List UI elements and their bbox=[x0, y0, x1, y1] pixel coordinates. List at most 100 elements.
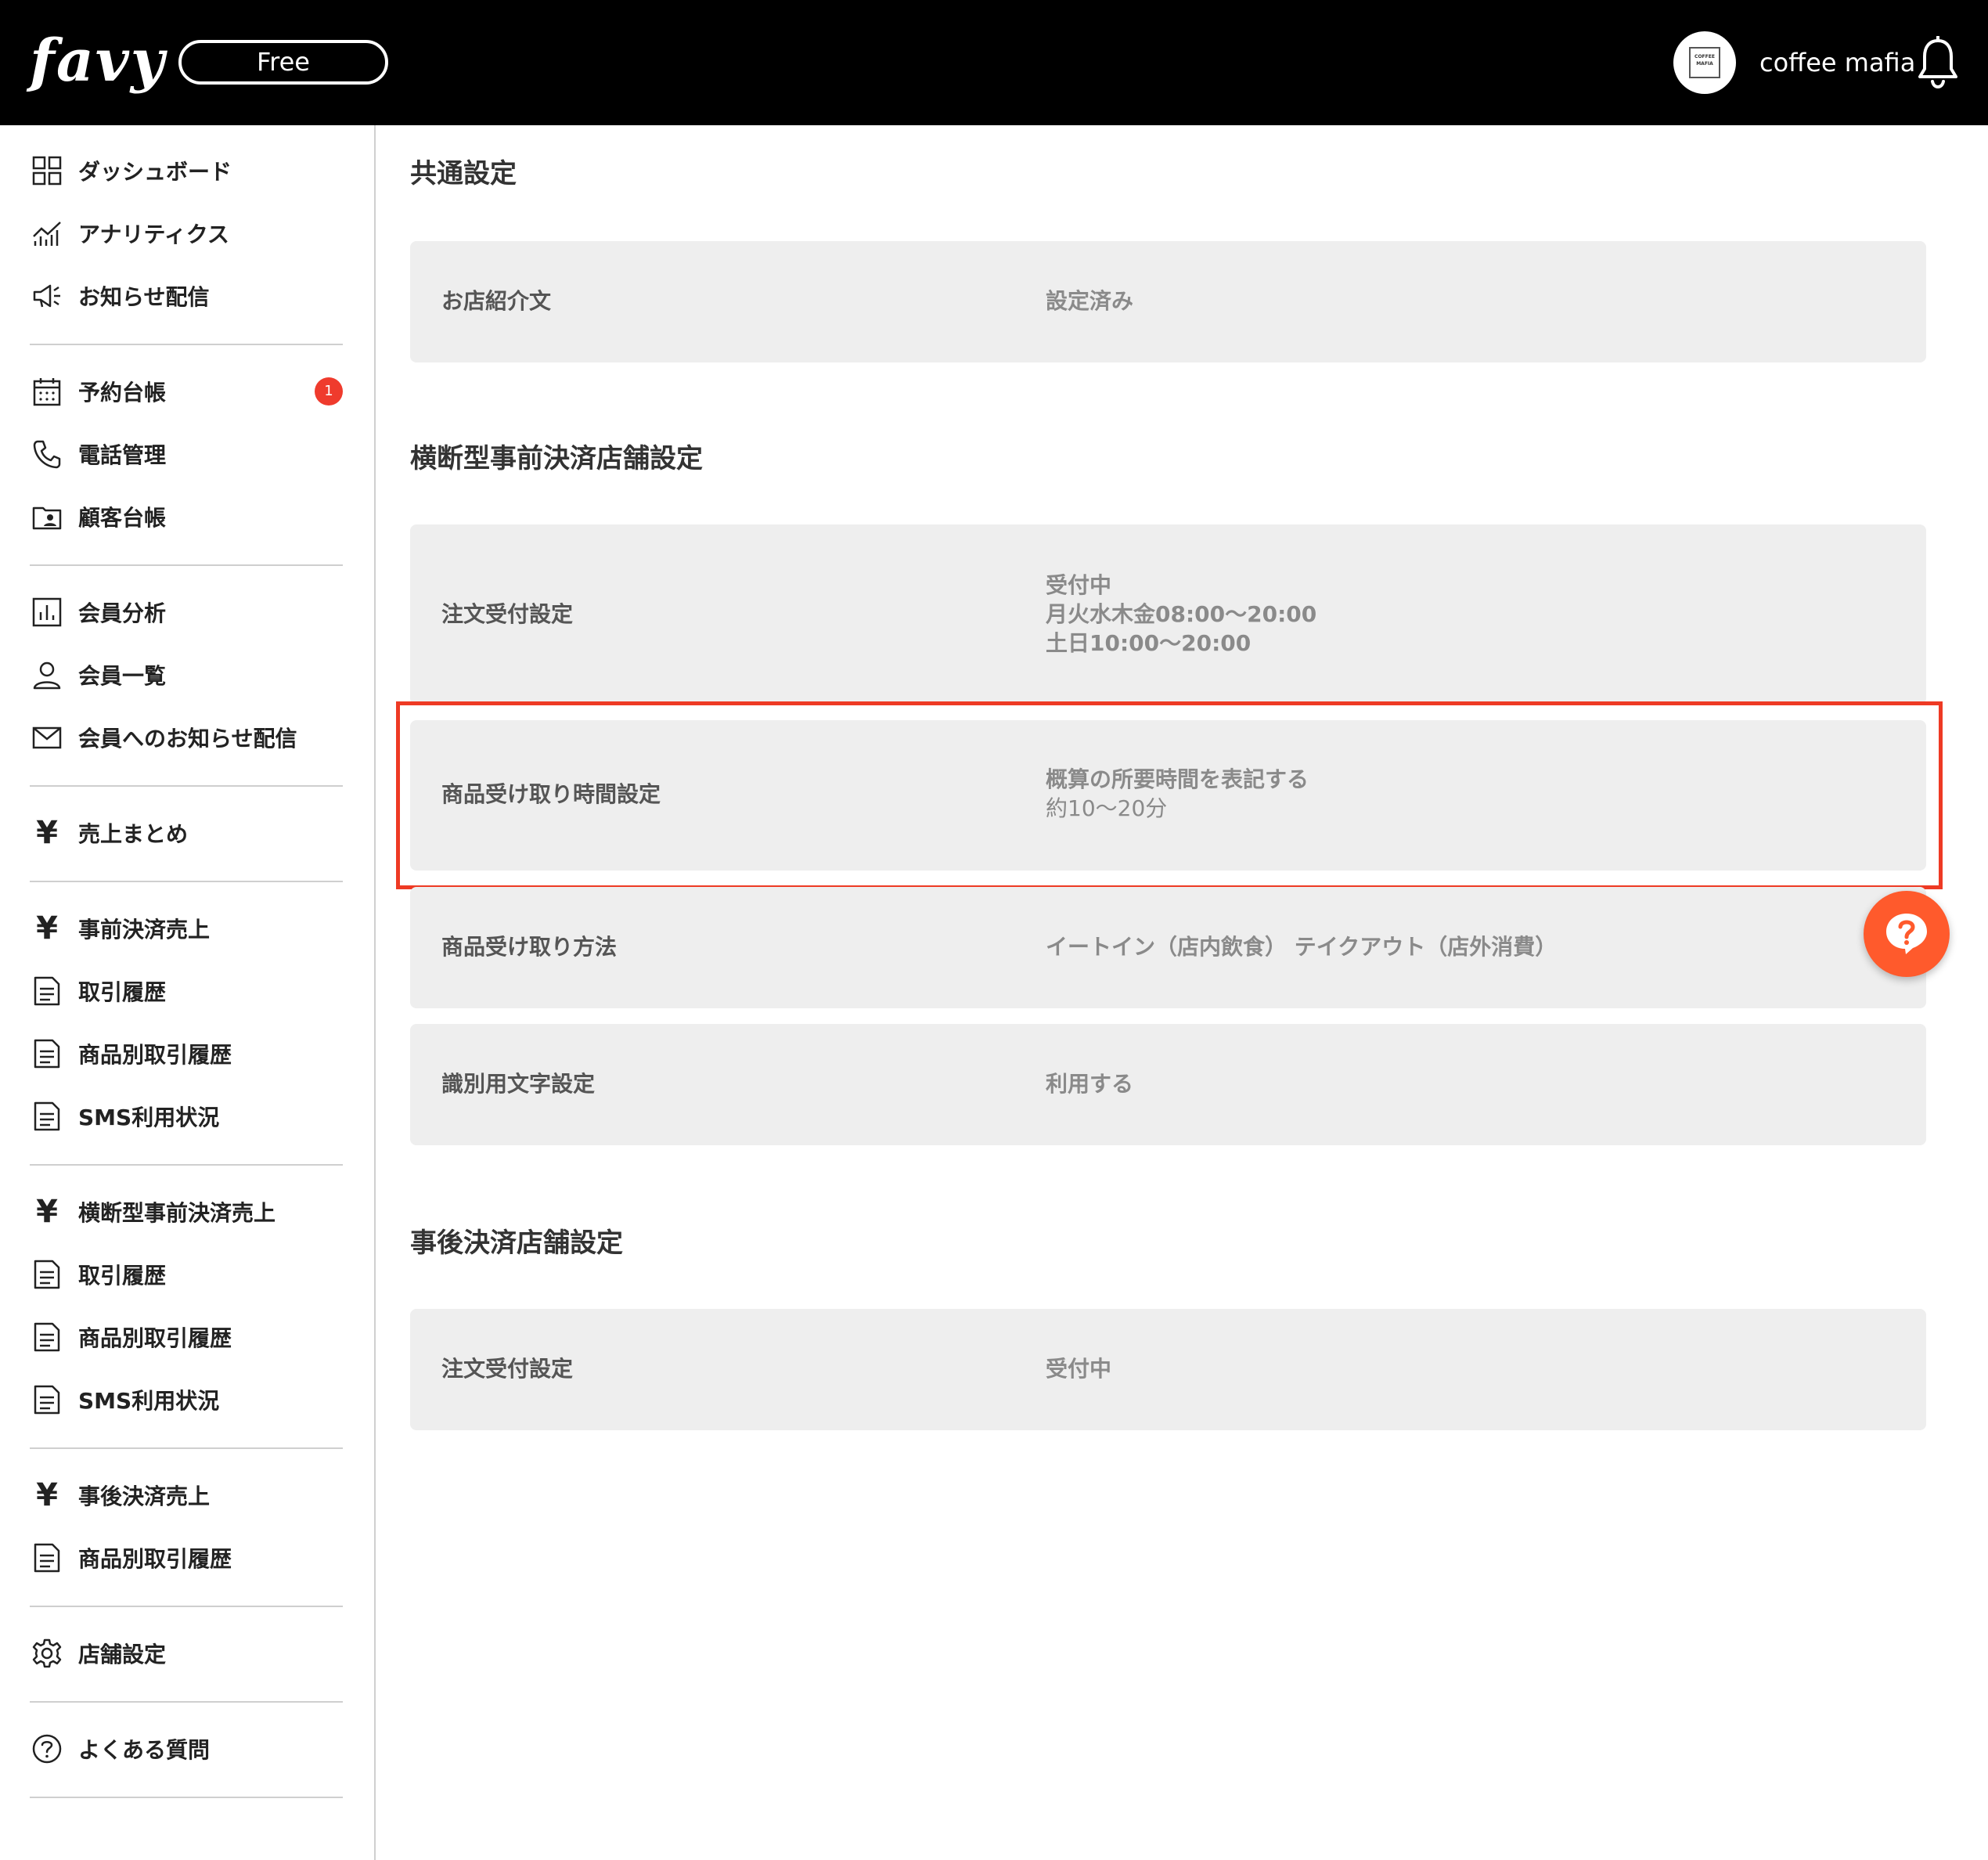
sidebar-item-label: 横断型事前決済売上 bbox=[78, 1200, 276, 1226]
settings-row-shop-intro[interactable]: お店紹介文 設定済み bbox=[410, 241, 1926, 362]
help-chat-button[interactable] bbox=[1864, 891, 1950, 977]
yen-icon: ¥ bbox=[36, 1477, 58, 1513]
calendar-icon bbox=[30, 374, 64, 409]
sidebar-divider bbox=[30, 344, 343, 345]
plan-badge[interactable]: Free bbox=[178, 40, 388, 85]
sidebar-divider bbox=[30, 1606, 343, 1607]
phone-icon bbox=[30, 437, 64, 471]
sidebar-item-dashboard[interactable]: ダッシュボード bbox=[30, 147, 343, 194]
sidebar-item-sms-usage[interactable]: SMS利用状況 bbox=[30, 1093, 343, 1140]
sidebar-item-prepaid-sales[interactable]: ¥ 事前決済売上 bbox=[30, 905, 343, 952]
sidebar-divider bbox=[30, 785, 343, 787]
sidebar: ダッシュボード アナリティクス お知らせ配信 予約台帳 1 電話管理 顧客台帳 bbox=[0, 125, 376, 1860]
sidebar-divider bbox=[30, 1447, 343, 1449]
sidebar-divider bbox=[30, 1164, 343, 1166]
sidebar-item-label: 会員一覧 bbox=[78, 663, 167, 689]
document-icon bbox=[30, 1257, 64, 1292]
row-label: 識別用文字設定 bbox=[441, 1071, 596, 1097]
sidebar-item-sales-summary[interactable]: ¥ 売上まとめ bbox=[30, 809, 343, 856]
row-value-line: 土日10:00〜20:00 bbox=[1046, 630, 1252, 656]
gear-icon bbox=[30, 1636, 64, 1671]
sidebar-item-label: お知らせ配信 bbox=[78, 284, 210, 310]
yen-icon: ¥ bbox=[36, 1194, 58, 1230]
sidebar-item-transactions[interactable]: 取引履歴 bbox=[30, 968, 343, 1015]
sidebar-item-label: 店舗設定 bbox=[78, 1642, 167, 1667]
row-label: 商品受け取り時間設定 bbox=[441, 781, 661, 807]
sidebar-item-product-transactions[interactable]: 商品別取引履歴 bbox=[30, 1030, 343, 1077]
grid-icon bbox=[30, 153, 64, 188]
row-value-line: 月火水木金08:00〜20:00 bbox=[1046, 601, 1317, 627]
question-circle-icon bbox=[30, 1732, 64, 1766]
sidebar-item-label: 顧客台帳 bbox=[78, 505, 167, 531]
sidebar-item-phone[interactable]: 電話管理 bbox=[30, 431, 343, 478]
settings-row-identifier-char[interactable]: 識別用文字設定 利用する bbox=[410, 1024, 1926, 1145]
notification-badge: 1 bbox=[315, 377, 343, 406]
row-value: 受付中 bbox=[1046, 1356, 1112, 1382]
document-icon bbox=[30, 1099, 64, 1134]
yen-icon: ¥ bbox=[36, 815, 58, 851]
sidebar-divider bbox=[30, 1797, 343, 1798]
sidebar-item-postpaid-sales[interactable]: ¥ 事後決済売上 bbox=[30, 1472, 343, 1519]
row-label: 注文受付設定 bbox=[441, 601, 574, 627]
sidebar-item-label: 売上まとめ bbox=[78, 821, 189, 847]
user-name[interactable]: coffee mafia bbox=[1759, 44, 1915, 81]
bell-icon[interactable] bbox=[1916, 35, 1960, 89]
sidebar-item-member-list[interactable]: 会員一覧 bbox=[30, 651, 343, 698]
avatar[interactable]: COFFEE MAFIA bbox=[1673, 31, 1736, 94]
sidebar-item-product-transactions[interactable]: 商品別取引履歴 bbox=[30, 1314, 343, 1361]
favy-logo[interactable]: favy bbox=[30, 22, 166, 100]
sidebar-item-label: 事後決済売上 bbox=[78, 1483, 211, 1509]
settings-row-order-acceptance[interactable]: 注文受付設定 受付中 月火水木金08:00〜20:00 土日10:00〜20:0… bbox=[410, 524, 1926, 705]
sidebar-item-reservations[interactable]: 予約台帳 1 bbox=[30, 368, 343, 415]
megaphone-icon bbox=[30, 279, 64, 313]
sidebar-item-label: 会員へのお知らせ配信 bbox=[78, 726, 297, 752]
sidebar-item-store-settings[interactable]: 店舗設定 bbox=[30, 1630, 343, 1677]
sidebar-item-product-transactions[interactable]: 商品別取引履歴 bbox=[30, 1534, 343, 1581]
settings-row-postpaid-order-acceptance[interactable]: 注文受付設定 受付中 bbox=[410, 1309, 1926, 1430]
document-icon bbox=[30, 1320, 64, 1354]
sidebar-item-sms-usage[interactable]: SMS利用状況 bbox=[30, 1376, 343, 1423]
sidebar-item-label: アナリティクス bbox=[78, 222, 229, 247]
sidebar-item-label: SMS利用状況 bbox=[78, 1105, 220, 1130]
sidebar-item-label: 商品別取引履歴 bbox=[78, 1042, 232, 1068]
document-icon bbox=[30, 1541, 64, 1575]
row-value-line: 受付中 bbox=[1046, 572, 1112, 598]
sidebar-item-analytics[interactable]: アナリティクス bbox=[30, 210, 343, 257]
row-value-sub: 約10〜20分 bbox=[1046, 795, 1168, 821]
document-icon bbox=[30, 1036, 64, 1071]
sidebar-item-transactions[interactable]: 取引履歴 bbox=[30, 1251, 343, 1298]
row-label: 商品受け取り方法 bbox=[441, 934, 618, 960]
sidebar-item-label: 商品別取引履歴 bbox=[78, 1546, 232, 1572]
analytics-icon bbox=[30, 216, 64, 251]
mail-icon bbox=[30, 720, 64, 755]
sidebar-item-announcements[interactable]: お知らせ配信 bbox=[30, 272, 343, 319]
sidebar-item-label: よくある質問 bbox=[78, 1737, 211, 1763]
row-value-line: 約10〜20分 bbox=[1046, 794, 1167, 824]
row-value: 設定済み bbox=[1046, 288, 1134, 314]
sidebar-item-label: 商品別取引履歴 bbox=[78, 1325, 232, 1351]
sidebar-item-label: 取引履歴 bbox=[78, 1263, 167, 1289]
top-header: favy Free COFFEE MAFIA coffee mafia bbox=[0, 0, 1988, 125]
row-value: 利用する bbox=[1046, 1071, 1134, 1097]
sidebar-item-faq[interactable]: よくある質問 bbox=[30, 1725, 343, 1772]
sidebar-item-member-analysis[interactable]: 会員分析 bbox=[30, 589, 343, 636]
sidebar-item-customers[interactable]: 顧客台帳 bbox=[30, 493, 343, 540]
sidebar-divider bbox=[30, 1701, 343, 1703]
row-value: イートイン（店内飲食） テイクアウト（店外消費） bbox=[1046, 934, 1558, 960]
help-question-icon bbox=[1886, 914, 1927, 954]
sidebar-item-label: 取引履歴 bbox=[78, 979, 167, 1005]
row-value-line: 概算の所要時間を表記する bbox=[1046, 766, 1309, 792]
customer-folder-icon bbox=[30, 499, 64, 534]
section-title-postpaid: 事後決済店舗設定 bbox=[410, 1227, 623, 1259]
sidebar-item-member-announcements[interactable]: 会員へのお知らせ配信 bbox=[30, 714, 343, 761]
yen-icon: ¥ bbox=[36, 910, 58, 946]
sidebar-item-label: 事前決済売上 bbox=[78, 917, 211, 943]
sidebar-divider bbox=[30, 881, 343, 882]
settings-row-pickup-method[interactable]: 商品受け取り方法 イートイン（店内飲食） テイクアウト（店外消費） bbox=[410, 887, 1926, 1008]
section-title-cross-prepaid: 横断型事前決済店舗設定 bbox=[410, 443, 703, 474]
sidebar-divider bbox=[30, 564, 343, 566]
sidebar-item-cross-prepaid-sales[interactable]: ¥ 横断型事前決済売上 bbox=[30, 1188, 343, 1235]
settings-row-pickup-time[interactable]: 商品受け取り時間設定 概算の所要時間を表記する 約10〜20分 bbox=[410, 720, 1926, 871]
sidebar-item-label: 会員分析 bbox=[78, 600, 167, 626]
document-icon bbox=[30, 974, 64, 1008]
